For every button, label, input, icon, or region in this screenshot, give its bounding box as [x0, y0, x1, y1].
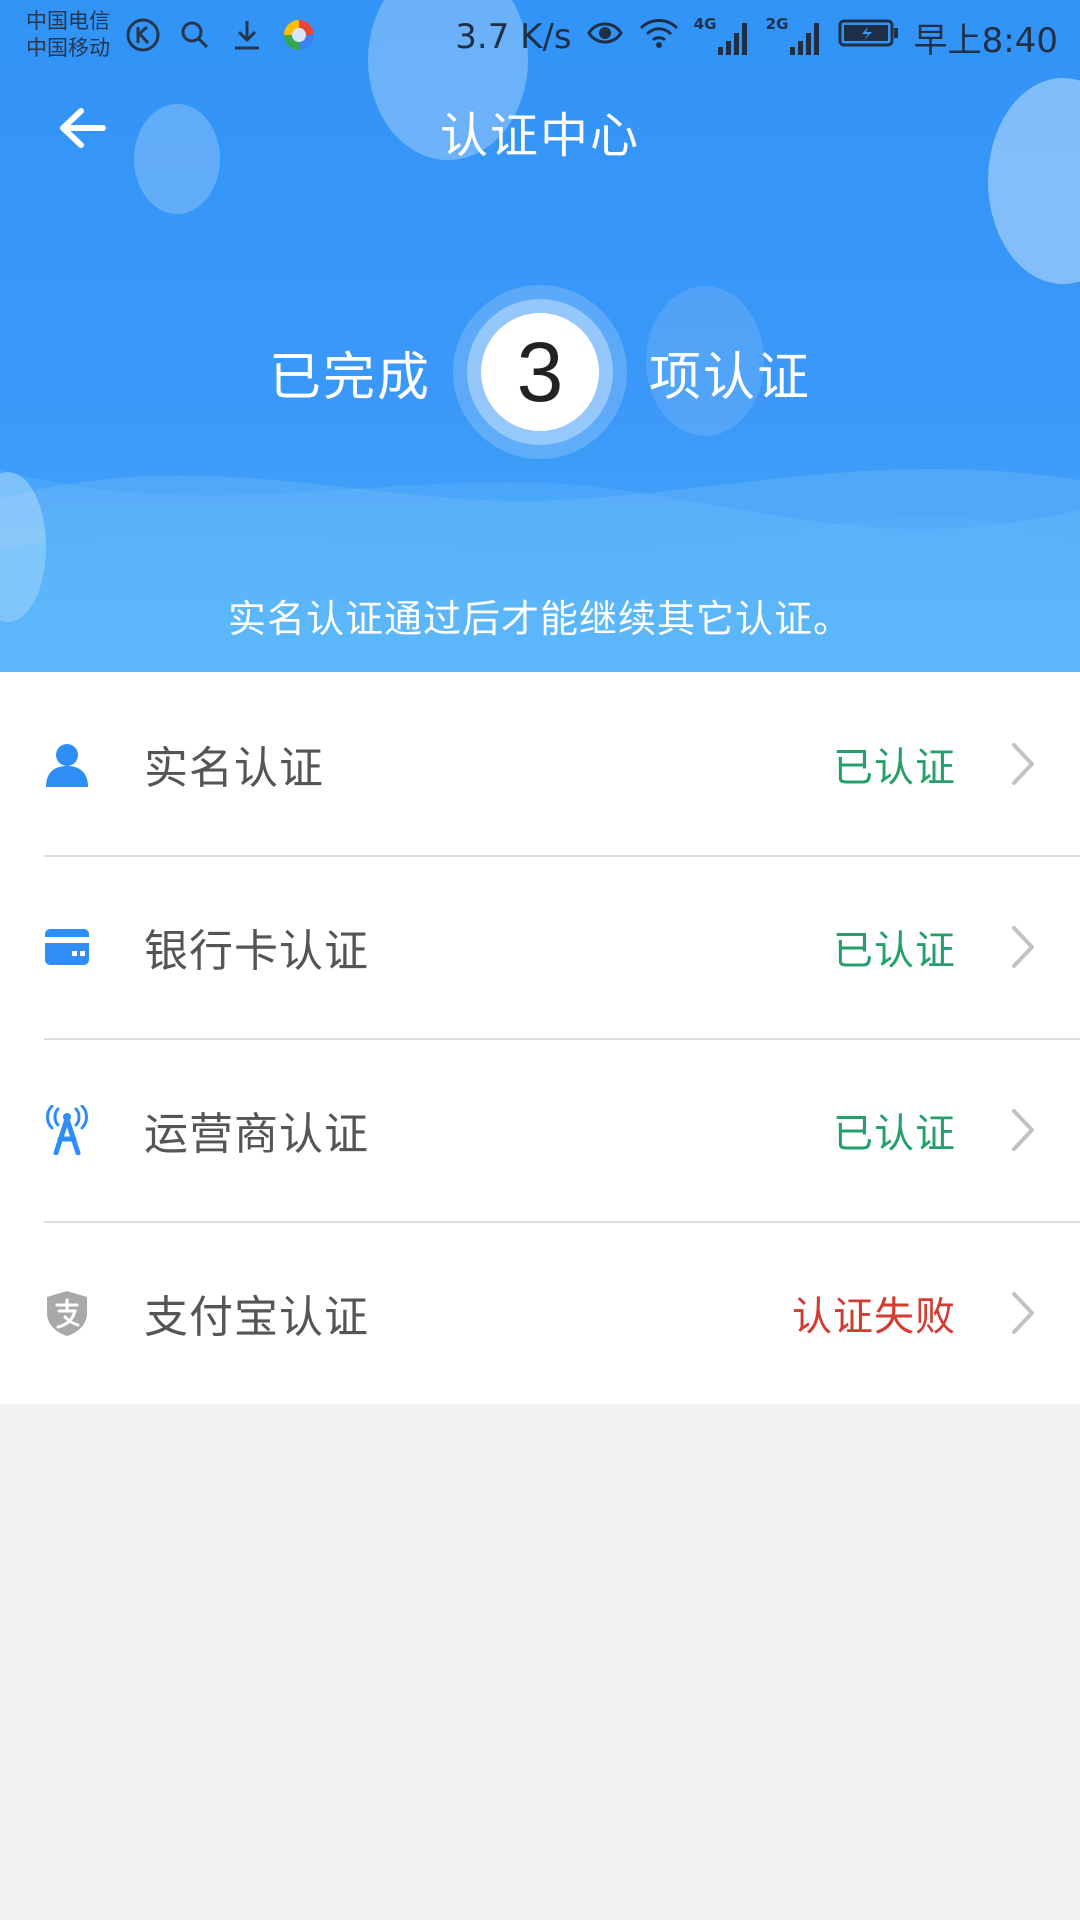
list-item-carrier[interactable]: 运营商认证 已认证	[0, 1038, 1080, 1221]
header-banner: 中国电信 中国移动 3.7 K/s 4G 2G 早上8:40 认证中心 已完成 …	[0, 0, 1080, 672]
network-2g-label: 2G	[765, 15, 789, 33]
item-label: 支付宝认证	[144, 1291, 369, 1343]
signal-2g-icon: 2G	[765, 15, 824, 57]
carrier-1: 中国电信	[26, 9, 110, 33]
count-badge: 3	[453, 285, 627, 459]
network-4g-label: 4G	[693, 15, 717, 33]
wifi-icon	[638, 17, 680, 58]
status-badge: 已认证	[833, 1110, 956, 1157]
list-item-bank-card[interactable]: 银行卡认证 已认证	[0, 855, 1080, 1038]
verification-list: 实名认证 已认证 银行卡认证 已认证 运营商认证 已认证 支付宝认证 认证失败	[0, 672, 1080, 1404]
verification-summary: 已完成 3 项认证	[0, 282, 1080, 462]
k-app-icon	[124, 16, 162, 54]
status-badge: 已认证	[833, 927, 956, 974]
status-right: 3.7 K/s 4G 2G 早上8:40	[455, 12, 1058, 62]
battery-icon	[838, 17, 900, 57]
status-badge: 已认证	[833, 744, 956, 791]
item-label: 运营商认证	[144, 1108, 369, 1160]
hint-text: 实名认证通过后才能继续其它认证。	[227, 597, 852, 641]
status-bar: 中国电信 中国移动 3.7 K/s 4G 2G 早上8:40	[0, 0, 1080, 74]
person-icon	[42, 739, 92, 789]
color-app-icon	[280, 16, 318, 54]
summary-suffix: 项认证	[649, 347, 812, 408]
item-label: 实名认证	[144, 742, 324, 794]
status-badge: 认证失败	[792, 1293, 956, 1340]
status-left-icons	[124, 16, 318, 54]
clock: 早上8:40	[913, 20, 1058, 61]
chevron-right-icon	[1012, 925, 1034, 968]
list-item-alipay[interactable]: 支付宝认证 认证失败	[0, 1221, 1080, 1404]
chevron-right-icon	[1012, 1108, 1034, 1151]
list-item-real-name[interactable]: 实名认证 已认证	[0, 672, 1080, 855]
alipay-shield-icon	[42, 1288, 92, 1338]
chevron-right-icon	[1012, 1291, 1034, 1334]
signal-tower-icon	[42, 1104, 92, 1155]
carrier-2: 中国移动	[26, 36, 110, 60]
network-speed: 3.7 K/s	[455, 17, 572, 57]
page-title: 认证中心	[439, 108, 640, 164]
chevron-right-icon	[1012, 742, 1034, 785]
carrier-info: 中国电信 中国移动	[26, 8, 110, 62]
download-icon	[228, 16, 266, 54]
bank-card-icon	[42, 922, 92, 972]
signal-4g-icon: 4G	[693, 15, 752, 57]
completed-count: 3	[481, 313, 599, 431]
item-label: 银行卡认证	[144, 925, 369, 977]
eye-icon	[586, 17, 624, 57]
summary-prefix: 已完成	[268, 347, 431, 408]
search-icon	[176, 16, 214, 54]
